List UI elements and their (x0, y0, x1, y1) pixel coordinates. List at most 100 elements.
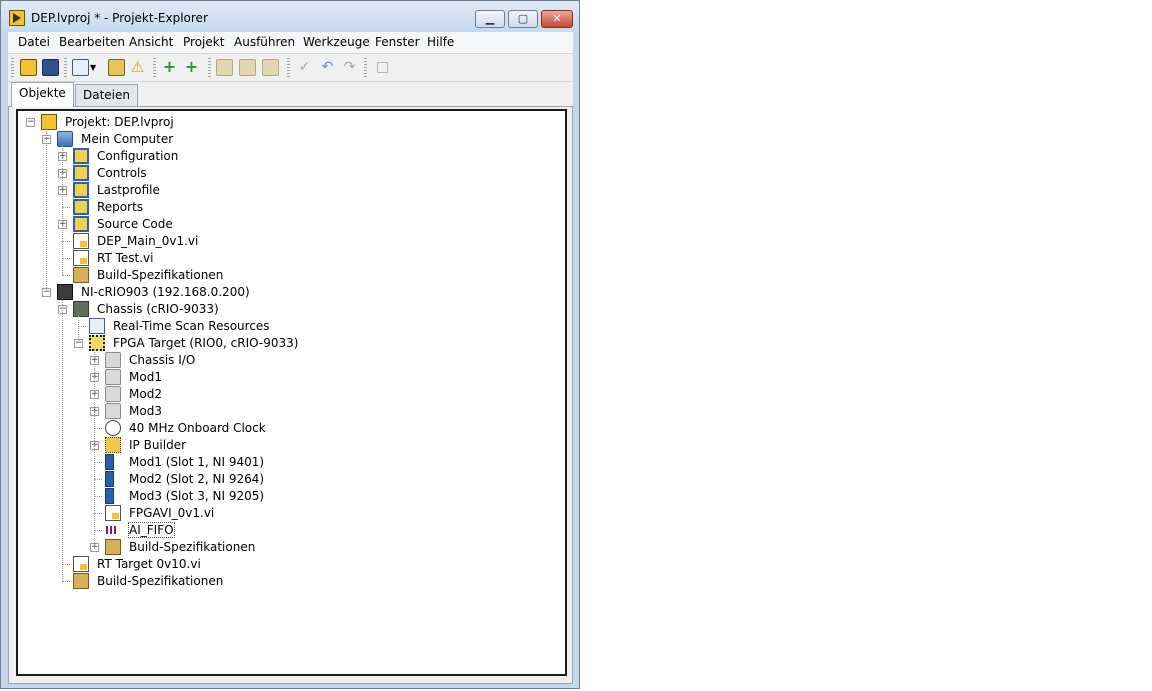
tree-connector (62, 258, 70, 259)
tree-row[interactable]: 40 MHz Onboard Clock (18, 420, 565, 437)
tree-row[interactable]: − Projekt: DEP.lvproj (18, 114, 565, 131)
tree-connector (94, 513, 102, 514)
add-item-icon[interactable]: + (161, 59, 178, 76)
module-icon (105, 488, 114, 504)
tree-item-label: Mod1 (Slot 1, NI 9401) (129, 455, 265, 469)
add-folder-icon[interactable]: + (183, 59, 200, 76)
tree-item-label: Mod2 (Slot 2, NI 9264) (129, 472, 265, 486)
checkmark-icon[interactable]: ✓ (296, 59, 313, 76)
tree-item-label: Mein Computer (81, 132, 174, 146)
project-tree[interactable]: − Projekt: DEP.lvproj − Mein Computer + Confi… (16, 109, 567, 676)
tree-item-label: Reports (97, 200, 144, 214)
tree-row[interactable]: − FPGA Target (RIO0, cRIO-9033) (18, 335, 565, 352)
tree-row[interactable]: − Mein Computer (18, 131, 565, 148)
toolbar-grip[interactable] (11, 58, 14, 77)
chassis-icon (73, 301, 89, 317)
tree-item-label: FPGA Target (RIO0, cRIO-9033) (113, 336, 299, 350)
tree-row[interactable]: + Controls (18, 165, 565, 182)
folder-icon (105, 352, 121, 368)
tree-row[interactable]: + Lastprofile (18, 182, 565, 199)
virtual-folder-icon (73, 165, 89, 181)
tree-connector (62, 145, 63, 275)
build-icon[interactable] (216, 59, 233, 76)
virtual-folder-icon (73, 216, 89, 232)
window-title: DEP.lvproj * - Projekt-Explorer (31, 11, 208, 25)
vi-icon (73, 556, 89, 572)
menu-werkzeuge[interactable]: Werkzeuge (303, 35, 370, 49)
menu-ausfuehren[interactable]: Ausführen (234, 35, 295, 49)
build-spec-icon (105, 539, 121, 555)
tree-row[interactable]: Reports (18, 199, 565, 216)
ip-builder-icon (105, 437, 121, 453)
dropdown-arrow-icon[interactable]: ▼ (90, 59, 98, 76)
tree-row[interactable]: RT Test.vi (18, 250, 565, 267)
toolbar-grip[interactable] (208, 58, 211, 77)
maximize-button[interactable]: ▢ (508, 10, 538, 28)
close-button[interactable]: ✕ (541, 10, 573, 28)
deploy-icon[interactable] (262, 59, 279, 76)
tree-row[interactable]: − NI-cRIO903 (192.168.0.200) (18, 284, 565, 301)
tree-item-label: RT Test.vi (97, 251, 154, 265)
tree-row[interactable]: Mod3 (Slot 3, NI 9205) (18, 488, 565, 505)
tree-item-label: Mod1 (129, 370, 162, 384)
tree-row[interactable]: + IP Builder (18, 437, 565, 454)
tree-connector (94, 479, 102, 480)
tree-item-label: Controls (97, 166, 147, 180)
warning-icon[interactable]: ⚠ (129, 59, 146, 76)
tree-row[interactable]: + Chassis I/O (18, 352, 565, 369)
menu-fenster[interactable]: Fenster (375, 35, 420, 49)
tree-row[interactable]: + Source Code (18, 216, 565, 233)
tab-dateien[interactable]: Dateien (75, 84, 139, 106)
build-all-icon[interactable] (239, 59, 256, 76)
tree-row[interactable]: − Chassis (cRIO-9033) (18, 301, 565, 318)
module-icon (105, 454, 114, 470)
tree-connector (62, 298, 63, 581)
new-project-icon[interactable] (20, 59, 37, 76)
tree-row[interactable]: + Configuration (18, 148, 565, 165)
toolbar-grip[interactable] (64, 58, 67, 77)
project-icon (41, 114, 57, 130)
tree-row[interactable]: + Mod1 (18, 369, 565, 386)
tree-row[interactable]: + Mod3 (18, 403, 565, 420)
menu-hilfe[interactable]: Hilfe (427, 35, 454, 49)
menu-bearbeiten[interactable]: Bearbeiten (59, 35, 125, 49)
collapse-icon[interactable]: − (26, 118, 35, 127)
toolbar-grip[interactable] (153, 58, 156, 77)
tree-row[interactable]: DEP_Main_0v1.vi (18, 233, 565, 250)
tab-objekte[interactable]: Objekte (11, 82, 74, 107)
tree-row[interactable]: FPGAVI_0v1.vi (18, 505, 565, 522)
build-spec-icon (73, 573, 89, 589)
redo-icon[interactable]: ↷ (341, 59, 358, 76)
view-options-icon[interactable] (72, 59, 89, 76)
tree-row[interactable]: + Build-Spezifikationen (18, 539, 565, 556)
tree-row[interactable]: Build-Spezifikationen (18, 573, 565, 590)
tree-item-label: Mod2 (129, 387, 162, 401)
tree-connector (62, 207, 70, 208)
tree-row[interactable]: AI_FIFO (18, 522, 565, 539)
virtual-folder-icon (73, 182, 89, 198)
vi-icon (105, 505, 121, 521)
properties-icon[interactable] (108, 59, 125, 76)
tree-row[interactable]: + Mod2 (18, 386, 565, 403)
menu-ansicht[interactable]: Ansicht (129, 35, 173, 49)
undo-icon[interactable]: ↶ (319, 59, 336, 76)
save-all-icon[interactable] (42, 59, 59, 76)
tree-row[interactable]: Mod1 (Slot 1, NI 9401) (18, 454, 565, 471)
minimize-button[interactable]: ▁ (475, 10, 505, 28)
menu-datei[interactable]: Datei (18, 35, 50, 49)
toolbar-grip[interactable] (364, 58, 367, 77)
new-file-icon[interactable]: □ (374, 59, 391, 76)
menu-projekt[interactable]: Projekt (183, 35, 224, 49)
tree-row[interactable]: Build-Spezifikationen (18, 267, 565, 284)
clock-icon (105, 420, 121, 436)
toolbar-grip[interactable] (287, 58, 290, 77)
tree-row[interactable]: Real-Time Scan Resources (18, 318, 565, 335)
tree-row[interactable]: Mod2 (Slot 2, NI 9264) (18, 471, 565, 488)
tree-row[interactable]: RT Target 0v10.vi (18, 556, 565, 573)
tree-item-label: Configuration (97, 149, 179, 163)
tree-item-label: Chassis I/O (129, 353, 196, 367)
tree-connector (94, 496, 102, 497)
tree-connector (46, 128, 47, 292)
labview-app-icon (9, 10, 25, 26)
virtual-folder-icon (73, 148, 89, 164)
